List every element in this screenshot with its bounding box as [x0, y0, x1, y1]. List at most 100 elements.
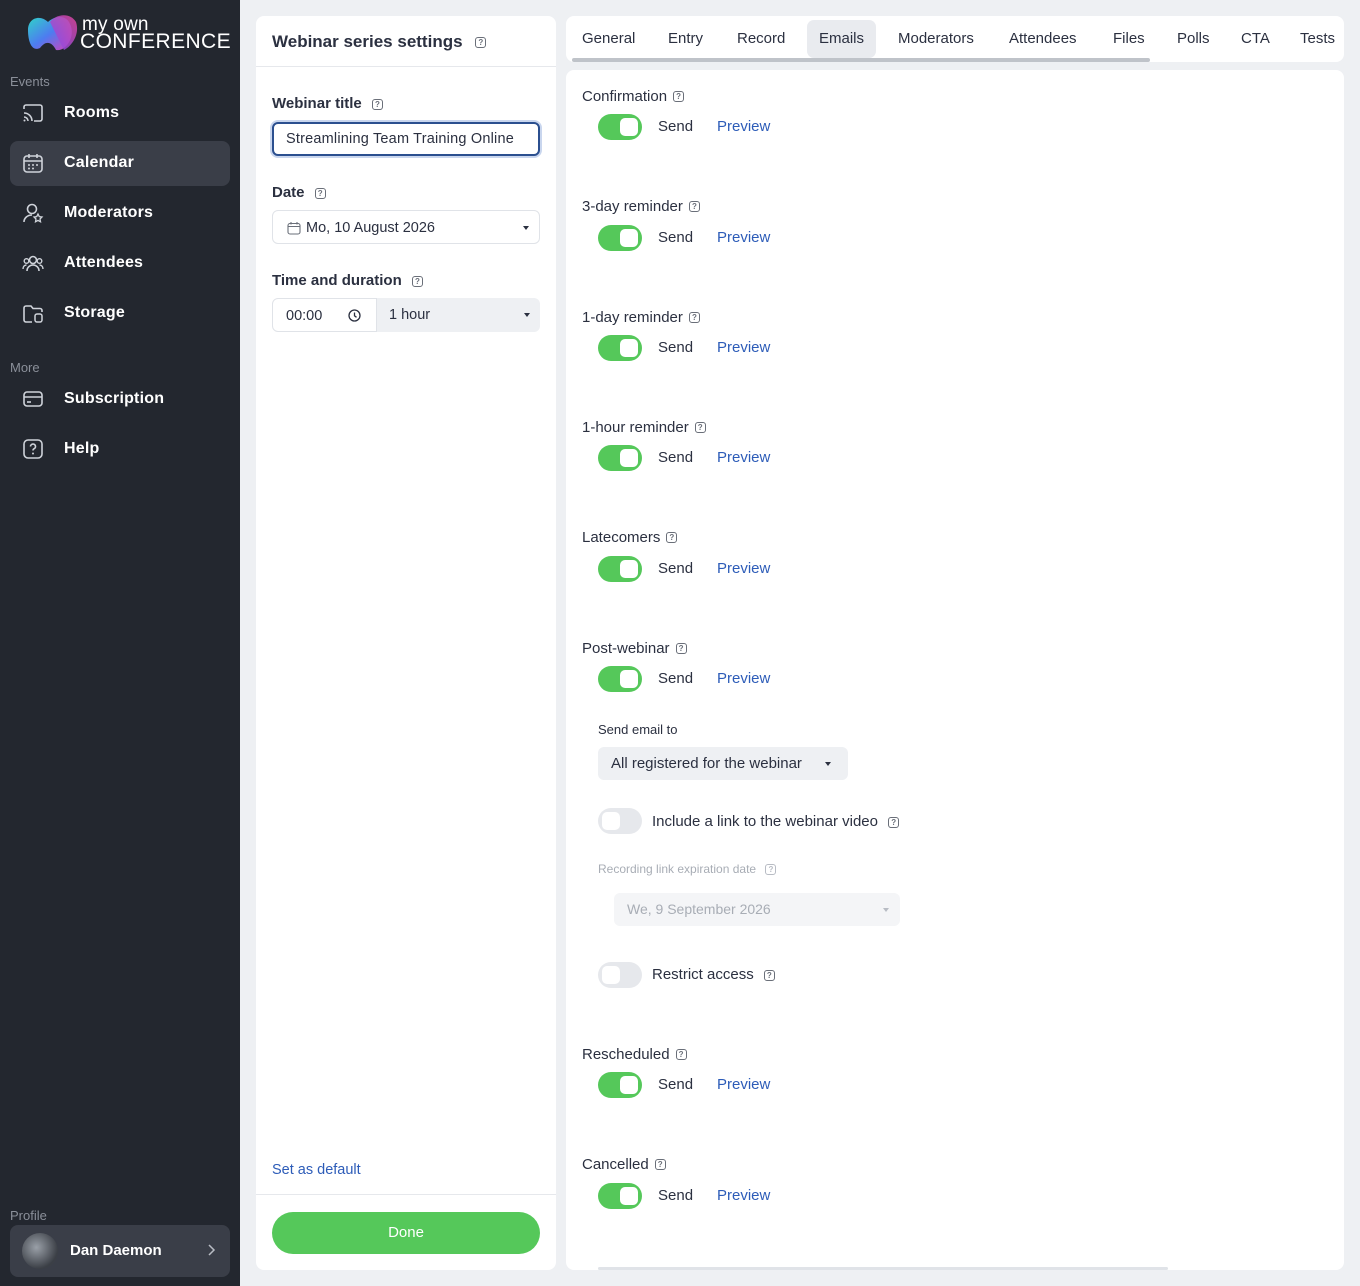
clock-icon[interactable]	[348, 309, 361, 322]
content-scrollbar[interactable]	[598, 1267, 1168, 1270]
help-icon[interactable]: ?	[763, 969, 775, 981]
tab-cta[interactable]: CTA	[1229, 20, 1282, 58]
expiration-date-picker: We, 9 September 2026	[614, 893, 900, 926]
caret-down-icon	[523, 226, 529, 230]
help-icon[interactable]: ?	[411, 275, 423, 287]
1-hour-reminder-preview-link[interactable]: Preview	[717, 449, 770, 466]
restrict-access-toggle[interactable]	[598, 962, 642, 988]
webinar-title-input[interactable]	[272, 122, 540, 156]
3-day-reminder-preview-link[interactable]: Preview	[717, 229, 770, 246]
tab-emails[interactable]: Emails	[807, 20, 877, 58]
date-value: Mo, 10 August 2026	[306, 220, 435, 236]
caret-down-icon	[883, 908, 889, 912]
set-as-default-link[interactable]: Set as default	[272, 1162, 361, 1178]
help-icon[interactable]: ?	[475, 37, 487, 49]
send-label: Send	[658, 670, 694, 687]
help-icon[interactable]: ?	[673, 90, 685, 102]
email-section-title: Cancelled?	[582, 1156, 666, 1173]
sidebar-item-label: Attendees	[64, 254, 144, 271]
expiration-date-value: We, 9 September 2026	[627, 901, 771, 917]
cancelled-send-toggle[interactable]	[598, 1183, 642, 1209]
post-webinar-preview-link[interactable]: Preview	[717, 670, 770, 687]
divider	[256, 1194, 556, 1195]
cast-icon	[23, 104, 43, 122]
1-day-reminder-send-toggle[interactable]	[598, 335, 642, 361]
date-picker[interactable]: Mo, 10 August 2026	[272, 210, 540, 244]
section-title-text: Post-webinar	[582, 640, 670, 657]
profile-button[interactable]: Dan Daemon	[10, 1225, 230, 1277]
date-label: Date ?	[272, 184, 326, 201]
send-email-to-select[interactable]: All registered for the webinar	[598, 747, 848, 780]
expiration-label-text: Recording link expiration date	[598, 862, 757, 876]
sidebar-item-help[interactable]: Help	[10, 427, 230, 472]
include-link-label: Include a link to the webinar video ?	[652, 813, 900, 830]
tab-general[interactable]: General	[570, 20, 647, 58]
post-webinar-send-toggle[interactable]	[598, 666, 642, 692]
tab-entry[interactable]: Entry	[656, 20, 715, 58]
duration-select[interactable]: 1 hour	[377, 298, 540, 332]
done-button[interactable]: Done	[272, 1212, 540, 1254]
user-star-icon	[23, 203, 44, 224]
date-label-text: Date	[272, 184, 305, 201]
tab-tests[interactable]: Tests	[1288, 20, 1344, 58]
sidebar-item-rooms[interactable]: Rooms	[10, 91, 230, 136]
help-icon[interactable]: ?	[675, 1048, 687, 1060]
1-day-reminder-preview-link[interactable]: Preview	[717, 339, 770, 356]
sidebar-item-calendar[interactable]: Calendar	[10, 141, 230, 186]
help-icon[interactable]: ?	[371, 98, 383, 110]
latecomers-send-toggle[interactable]	[598, 556, 642, 582]
email-section-title: Post-webinar?	[582, 640, 687, 657]
tab-record[interactable]: Record	[725, 20, 797, 58]
sidebar-item-storage[interactable]: Storage	[10, 291, 230, 336]
sidebar-item-label: Storage	[64, 304, 125, 321]
latecomers-preview-link[interactable]: Preview	[717, 560, 770, 577]
sidebar: my own CONFERENCE Events Rooms Calendar …	[0, 0, 240, 1286]
include-link-toggle[interactable]	[598, 808, 642, 834]
rescheduled-send-toggle[interactable]	[598, 1072, 642, 1098]
time-duration-label: Time and duration ?	[272, 272, 423, 289]
confirmation-send-toggle[interactable]	[598, 114, 642, 140]
send-label: Send	[658, 1076, 694, 1093]
rescheduled-preview-link[interactable]: Preview	[717, 1076, 770, 1093]
help-icon[interactable]: ?	[654, 1158, 666, 1170]
help-icon[interactable]: ?	[675, 642, 687, 654]
send-label: Send	[658, 118, 694, 135]
app-logo[interactable]: my own CONFERENCE	[26, 12, 231, 54]
sidebar-item-label: Moderators	[64, 204, 154, 221]
3-day-reminder-send-toggle[interactable]	[598, 225, 642, 251]
section-title-text: Rescheduled	[582, 1046, 670, 1063]
caret-down-icon	[825, 762, 831, 766]
tab-moderators[interactable]: Moderators	[886, 20, 986, 58]
section-title-text: 1-hour reminder	[582, 419, 689, 436]
expiration-date-label: Recording link expiration date ?	[598, 862, 777, 876]
help-icon[interactable]: ?	[688, 200, 700, 212]
tab-polls[interactable]: Polls	[1165, 20, 1222, 58]
tab-bar: General Entry Record Emails Moderators A…	[566, 16, 1344, 62]
cancelled-preview-link[interactable]: Preview	[717, 1187, 770, 1204]
tab-scrollbar[interactable]	[572, 58, 1150, 62]
toggle-knob	[620, 670, 638, 688]
tab-files[interactable]: Files	[1101, 20, 1157, 58]
confirmation-preview-link[interactable]: Preview	[717, 118, 770, 135]
help-icon[interactable]: ?	[888, 816, 900, 828]
section-title-text: 3-day reminder	[582, 198, 683, 215]
tab-attendees[interactable]: Attendees	[997, 20, 1089, 58]
folder-icon	[23, 305, 43, 323]
1-hour-reminder-send-toggle[interactable]	[598, 445, 642, 471]
section-title-text: Cancelled	[582, 1156, 649, 1173]
question-icon	[23, 439, 43, 459]
send-label: Send	[658, 560, 694, 577]
toggle-knob	[620, 1187, 638, 1205]
calendar-icon	[287, 222, 301, 235]
time-input[interactable]: 00:00	[272, 298, 377, 332]
toggle-knob	[620, 229, 638, 247]
send-label: Send	[658, 229, 694, 246]
sidebar-item-attendees[interactable]: Attendees	[10, 241, 230, 286]
help-icon[interactable]: ?	[694, 421, 706, 433]
webinar-title-label-text: Webinar title	[272, 95, 362, 112]
help-icon[interactable]: ?	[666, 531, 678, 543]
sidebar-item-moderators[interactable]: Moderators	[10, 191, 230, 236]
help-icon[interactable]: ?	[688, 311, 700, 323]
sidebar-item-subscription[interactable]: Subscription	[10, 377, 230, 422]
help-icon[interactable]: ?	[314, 187, 326, 199]
